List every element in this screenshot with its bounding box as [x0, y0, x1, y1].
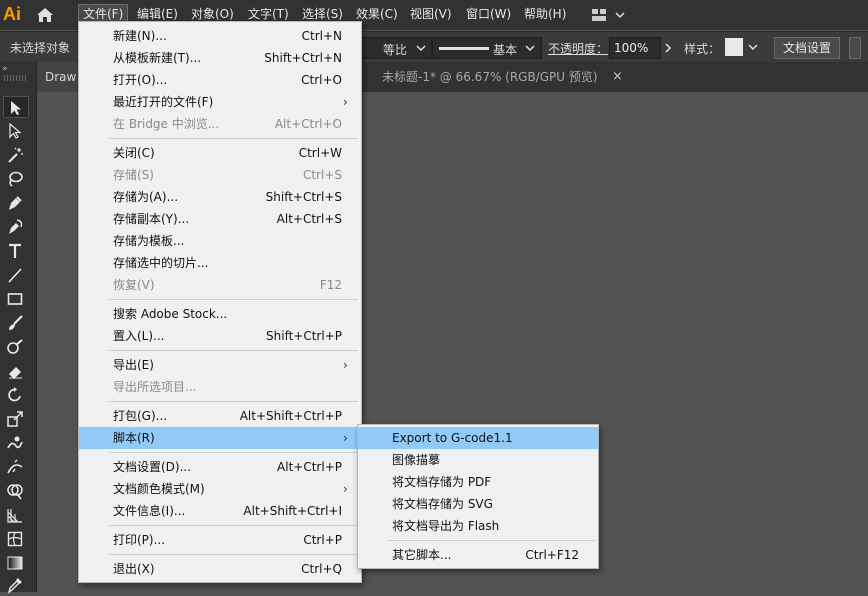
- lasso-tool-icon[interactable]: [3, 168, 29, 190]
- file-menu-browse-bridge: 在 Bridge 中浏览... Alt+Ctrl+O: [113, 117, 342, 131]
- style-label: 样式：: [684, 42, 721, 56]
- brush-stroke-icon: [439, 47, 489, 50]
- document-setup-button[interactable]: 文档设置: [774, 37, 841, 59]
- menu-separator: [109, 525, 358, 526]
- curvature-tool-icon[interactable]: [3, 216, 29, 238]
- direct-selection-tool-icon[interactable]: [3, 120, 29, 142]
- file-menu-document-color-mode[interactable]: 文档颜色模式(M) ›: [79, 478, 361, 500]
- magic-wand-tool-icon[interactable]: [3, 144, 29, 166]
- file-menu-print[interactable]: 打印(P)... Ctrl+P: [79, 529, 361, 551]
- chevron-down-icon: [525, 45, 535, 52]
- tab-untitled[interactable]: 未标题-1* @ 66.67% (RGB/GPU 预览): [382, 62, 598, 92]
- gradient-tool-icon[interactable]: [3, 552, 29, 574]
- script-save-as-svg[interactable]: 将文档存储为 SVG: [358, 493, 598, 515]
- file-menu-export[interactable]: 导出(E) ›: [79, 354, 361, 376]
- workspace-switcher-icon[interactable]: [591, 7, 627, 23]
- panel-grip[interactable]: [4, 75, 28, 81]
- file-menu-new-from-template[interactable]: 从模板新建(T)... Shift+Ctrl+N: [79, 47, 361, 69]
- file-menu-close[interactable]: 关闭(C) Ctrl+W: [79, 142, 361, 164]
- script-other-scripts[interactable]: 其它脚本... Ctrl+F12: [358, 544, 598, 566]
- rectangle-tool-icon[interactable]: [3, 288, 29, 310]
- stroke-profile-value: 等比: [383, 43, 408, 57]
- scale-tool-icon[interactable]: [3, 408, 29, 430]
- stroke-profile-dropdown[interactable]: 等比: [360, 37, 432, 59]
- file-menu-place[interactable]: 置入(L)... Shift+Ctrl+P: [79, 325, 361, 347]
- file-menu-open-recent[interactable]: 最近打开的文件(F) ›: [79, 91, 361, 113]
- script-image-trace[interactable]: 图像描摹: [358, 449, 598, 471]
- eraser-tool-icon[interactable]: [3, 360, 29, 382]
- style-swatch-dropdown[interactable]: [724, 37, 760, 57]
- file-menu-package[interactable]: 打包(G)... Alt+Shift+Ctrl+P: [79, 405, 361, 427]
- menu-separator: [388, 540, 595, 541]
- file-menu-search-adobe-stock[interactable]: 搜索 Adobe Stock...: [79, 303, 361, 325]
- chevron-down-icon: [748, 44, 758, 51]
- home-icon[interactable]: [34, 5, 56, 25]
- pen-tool-icon[interactable]: [3, 192, 29, 214]
- file-menu-revert: 恢复(V) F12: [113, 278, 342, 292]
- menu-separator: [109, 138, 358, 139]
- tools-panel: »: [0, 62, 37, 594]
- file-menu-new[interactable]: 新建(N)... Ctrl+N: [79, 25, 361, 47]
- file-menu-document-setup[interactable]: 文档设置(D)... Alt+Ctrl+P: [79, 456, 361, 478]
- collapse-icon[interactable]: »: [2, 64, 8, 74]
- scripts-submenu: Export to G-code1.1 图像描摹 将文档存储为 PDF 将文档存…: [357, 424, 599, 569]
- chevron-right-icon: ›: [343, 95, 348, 109]
- perspective-grid-tool-icon[interactable]: [3, 504, 29, 526]
- brush-dropdown[interactable]: 基本: [432, 37, 542, 59]
- type-tool-icon[interactable]: [3, 240, 29, 262]
- opacity-input[interactable]: 100%: [609, 37, 661, 59]
- opacity-label[interactable]: 不透明度：: [548, 40, 608, 57]
- width-tool-icon[interactable]: [3, 456, 29, 478]
- tab-close-icon[interactable]: ×: [612, 62, 623, 92]
- menu-separator: [109, 452, 358, 453]
- shaper-tool-icon[interactable]: [3, 336, 29, 358]
- shape-builder-tool-icon[interactable]: [3, 480, 29, 502]
- mesh-tool-icon[interactable]: [3, 528, 29, 550]
- preferences-button[interactable]: [849, 37, 861, 59]
- warp-tool-icon[interactable]: [3, 432, 29, 454]
- file-menu-export-selection: 导出所选项目...: [113, 380, 197, 394]
- opacity-value: 100%: [614, 41, 649, 55]
- file-menu-save-as-template[interactable]: 存储为模板...: [79, 230, 361, 252]
- menu-view[interactable]: 视图(V): [406, 5, 456, 24]
- file-menu-save: 存储(S) Ctrl+S: [113, 168, 342, 182]
- no-selection-label: 未选择对象: [10, 41, 71, 55]
- eyedropper-tool-icon[interactable]: [3, 574, 29, 596]
- chevron-right-icon: ›: [343, 431, 348, 445]
- script-export-as-flash[interactable]: 将文档导出为 Flash: [358, 515, 598, 537]
- chevron-right-icon[interactable]: [664, 43, 672, 53]
- script-export-gcode[interactable]: Export to G-code1.1: [358, 427, 598, 449]
- app-logo: Ai: [3, 4, 21, 24]
- menu-separator: [109, 299, 358, 300]
- file-menu-save-selected-slices[interactable]: 存储选中的切片...: [79, 252, 361, 274]
- file-menu-exit[interactable]: 退出(X) Ctrl+Q: [79, 558, 361, 580]
- menu-separator: [109, 350, 358, 351]
- rotate-tool-icon[interactable]: [3, 384, 29, 406]
- line-tool-icon[interactable]: [3, 264, 29, 286]
- chevron-right-icon: ›: [343, 358, 348, 372]
- menu-help[interactable]: 帮助(H): [520, 5, 570, 24]
- paintbrush-tool-icon[interactable]: [3, 312, 29, 334]
- script-save-as-pdf[interactable]: 将文档存储为 PDF: [358, 471, 598, 493]
- chevron-right-icon: ›: [343, 482, 348, 496]
- file-menu-scripts[interactable]: 脚本(R) ›: [79, 427, 361, 449]
- style-swatch: [725, 38, 743, 56]
- menu-window[interactable]: 窗口(W): [462, 5, 515, 24]
- selection-tool-icon[interactable]: [3, 96, 29, 118]
- file-menu-file-info[interactable]: 文件信息(I)... Alt+Shift+Ctrl+I: [79, 500, 361, 522]
- menu-separator: [109, 401, 358, 402]
- file-menu-save-copy[interactable]: 存储副本(Y)... Alt+Ctrl+S: [79, 208, 361, 230]
- file-menu: 新建(N)... Ctrl+N 从模板新建(T)... Shift+Ctrl+N 打…: [78, 21, 362, 583]
- file-menu-open[interactable]: 打开(O)... Ctrl+O: [79, 69, 361, 91]
- brush-value: 基本: [493, 43, 518, 57]
- menu-separator: [109, 554, 358, 555]
- file-menu-save-as[interactable]: 存储为(A)... Shift+Ctrl+S: [79, 186, 361, 208]
- tab-draw[interactable]: Draw: [36, 62, 78, 92]
- chevron-down-icon: [416, 45, 426, 52]
